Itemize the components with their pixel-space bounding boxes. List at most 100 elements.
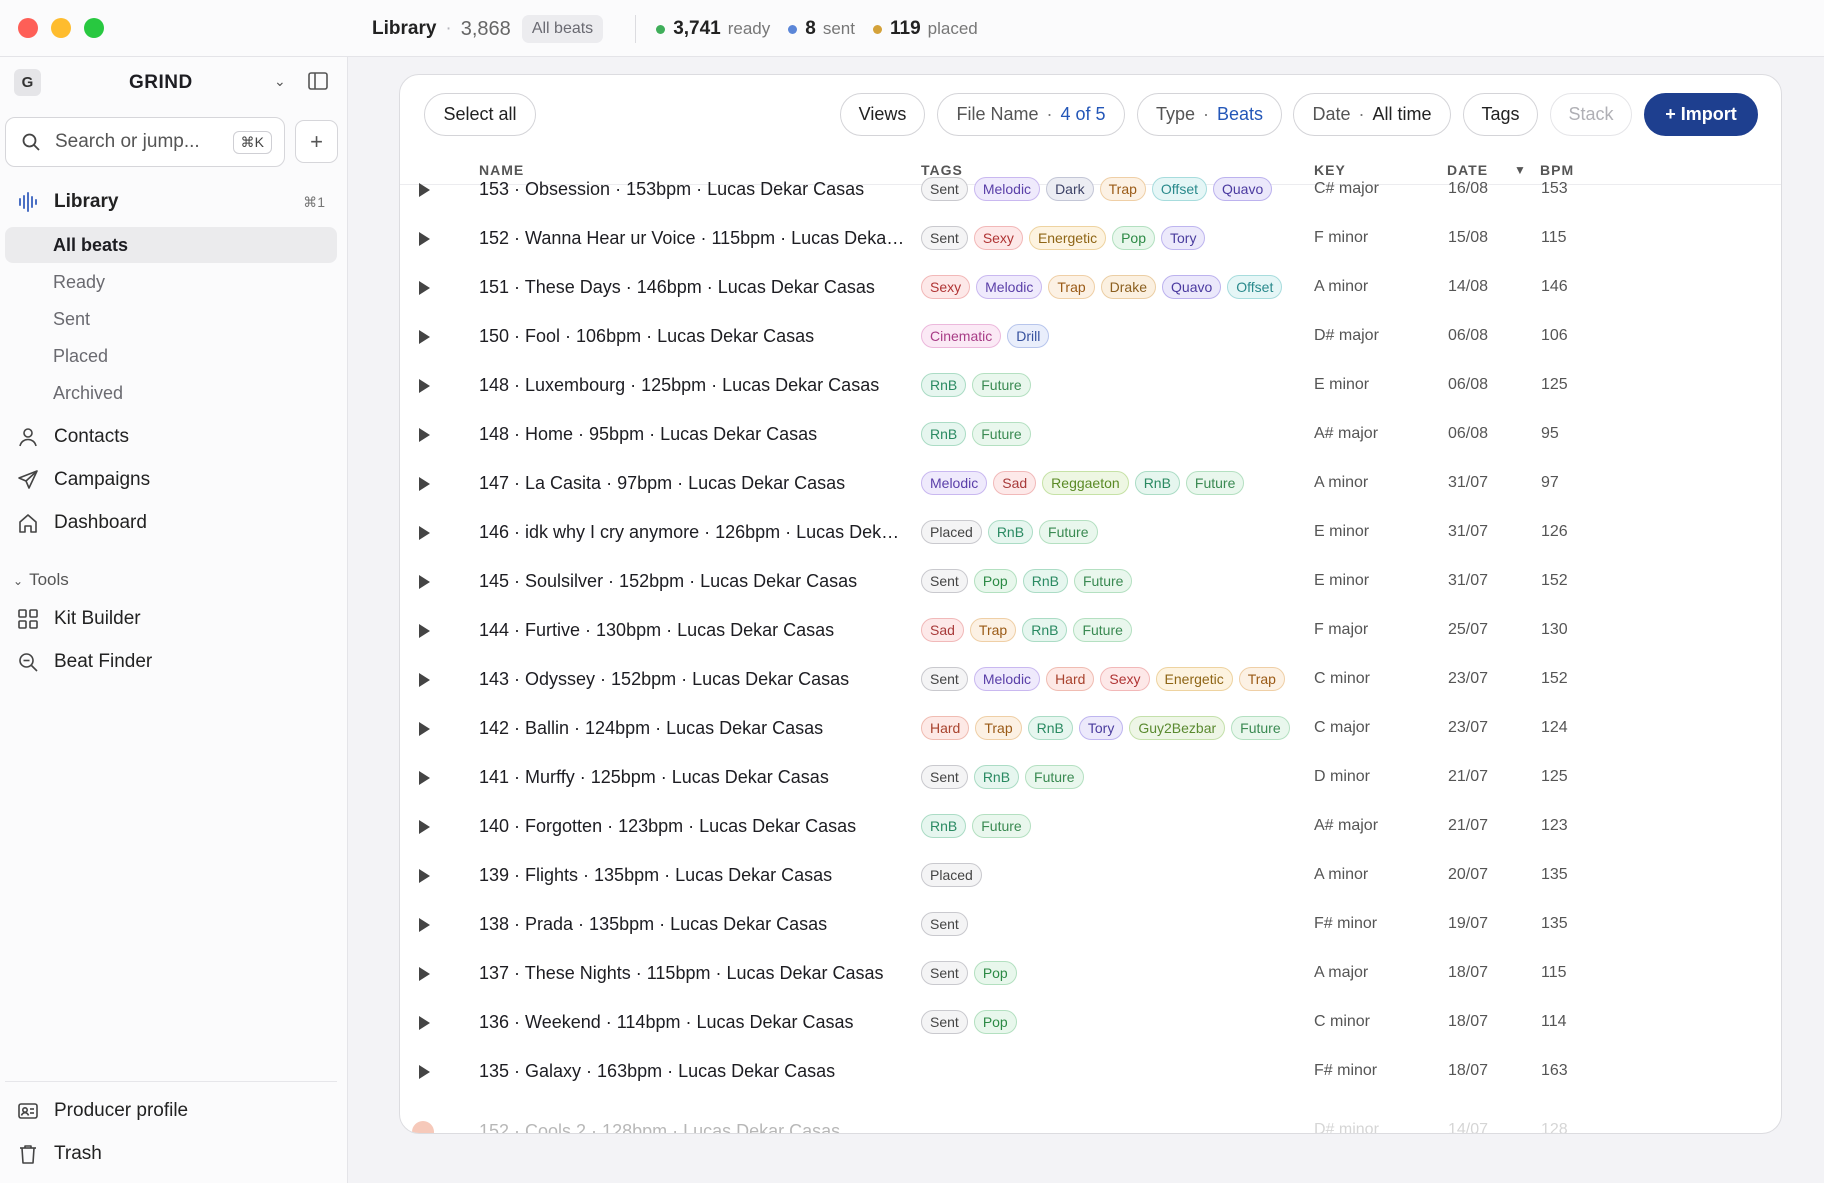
views-button[interactable]: Views xyxy=(840,93,925,136)
sidebar-item-producer-profile[interactable]: Producer profile xyxy=(5,1093,337,1129)
sidebar-item-placed[interactable]: Placed xyxy=(5,338,337,374)
table-row[interactable]: 151 · These Days · 146bpm · Lucas Dekar … xyxy=(400,264,1781,313)
filter-pill[interactable]: All beats xyxy=(521,15,604,43)
table-row[interactable]: 152 · Wanna Hear ur Voice · 115bpm · Luc… xyxy=(400,215,1781,264)
beat-name[interactable]: 135 · Galaxy · 163bpm · Lucas Dekar Casa… xyxy=(479,1061,909,1082)
tag-badge[interactable]: Sent xyxy=(921,569,968,593)
tag-badge[interactable]: Drill xyxy=(1007,324,1050,348)
tag-badge[interactable]: Trap xyxy=(1048,275,1095,299)
play-icon[interactable] xyxy=(419,722,430,736)
tag-badge[interactable]: Sad xyxy=(993,471,1037,495)
sidebar-item-sent[interactable]: Sent xyxy=(5,301,337,337)
workspace-avatar[interactable]: G xyxy=(14,69,41,96)
table-row[interactable]: 137 · These Nights · 115bpm · Lucas Deka… xyxy=(400,950,1781,999)
table-row[interactable]: 142 · Ballin · 124bpm · Lucas Dekar Casa… xyxy=(400,705,1781,754)
tag-badge[interactable]: Sad xyxy=(921,618,964,642)
tag-badge[interactable]: Trap xyxy=(969,618,1017,642)
tag-badge[interactable]: Future xyxy=(1231,716,1290,740)
tag-badge[interactable]: Pop xyxy=(973,569,1017,593)
beat-name[interactable]: 152 · Wanna Hear ur Voice · 115bpm · Luc… xyxy=(479,228,909,249)
tag-badge[interactable]: Dark xyxy=(1046,177,1094,201)
tag-badge[interactable]: Tory xyxy=(1078,716,1124,740)
tag-badge[interactable]: RnB xyxy=(921,814,967,838)
tag-badge[interactable]: RnB xyxy=(973,765,1020,789)
tag-badge[interactable]: Future xyxy=(1073,569,1133,593)
sidebar-item-library[interactable]: Library ⌘1 xyxy=(5,184,337,220)
table-row[interactable]: 148 · Luxembourg · 125bpm · Lucas Dekar … xyxy=(400,362,1781,411)
sidebar-item-ready[interactable]: Ready xyxy=(5,264,337,300)
file-name-filter[interactable]: File Name · 4 of 5 xyxy=(937,93,1125,136)
close-window-button[interactable] xyxy=(18,18,38,38)
tag-badge[interactable]: Melodic xyxy=(973,177,1041,201)
play-icon[interactable] xyxy=(419,918,430,932)
beat-name[interactable]: 148 · Home · 95bpm · Lucas Dekar Casas xyxy=(479,424,909,445)
beat-name[interactable]: 141 · Murffy · 125bpm · Lucas Dekar Casa… xyxy=(479,767,909,788)
beat-name[interactable]: 151 · These Days · 146bpm · Lucas Dekar … xyxy=(479,277,909,298)
tag-badge[interactable]: Offset xyxy=(1227,275,1283,299)
table-row[interactable]: 153 · Obsession · 153bpm · Lucas Dekar C… xyxy=(400,166,1781,215)
beat-name[interactable]: 153 · Obsession · 153bpm · Lucas Dekar C… xyxy=(479,179,909,200)
tag-badge[interactable]: Future xyxy=(1073,618,1132,642)
table-row[interactable]: 140 · Forgotten · 123bpm · Lucas Dekar C… xyxy=(400,803,1781,852)
sidebar-item-kit-builder[interactable]: Kit Builder xyxy=(5,601,337,637)
play-icon[interactable] xyxy=(419,526,430,540)
table-row[interactable]: 145 · Soulsilver · 152bpm · Lucas Dekar … xyxy=(400,558,1781,607)
sidebar-toggle-icon[interactable] xyxy=(307,70,329,92)
play-icon[interactable] xyxy=(419,869,430,883)
play-icon[interactable] xyxy=(419,771,430,785)
beat-name[interactable]: 142 · Ballin · 124bpm · Lucas Dekar Casa… xyxy=(479,718,909,739)
tag-badge[interactable]: RnB xyxy=(987,520,1034,544)
beat-name[interactable]: 136 · Weekend · 114bpm · Lucas Dekar Cas… xyxy=(479,1012,909,1033)
tag-badge[interactable]: Energetic xyxy=(1155,667,1233,691)
tag-badge[interactable]: Pop xyxy=(1112,226,1156,250)
table-row[interactable]: 141 · Murffy · 125bpm · Lucas Dekar Casa… xyxy=(400,754,1781,803)
tag-badge[interactable]: Energetic xyxy=(1028,226,1107,250)
sidebar-item-campaigns[interactable]: Campaigns xyxy=(5,462,337,498)
tags-filter[interactable]: Tags xyxy=(1463,93,1538,136)
tag-badge[interactable]: Quavo xyxy=(1213,177,1273,201)
play-icon[interactable] xyxy=(419,330,430,344)
beat-name[interactable]: 146 · idk why I cry anymore · 126bpm · L… xyxy=(479,522,909,543)
table-row[interactable]: 136 · Weekend · 114bpm · Lucas Dekar Cas… xyxy=(400,999,1781,1048)
table-row[interactable]: 135 · Galaxy · 163bpm · Lucas Dekar Casa… xyxy=(400,1048,1781,1097)
tag-badge[interactable]: Guy2Bezbar xyxy=(1129,716,1226,740)
tag-badge[interactable]: Placed xyxy=(921,520,982,544)
tag-badge[interactable]: Reggaeton xyxy=(1042,471,1129,495)
sidebar-item-beat-finder[interactable]: Beat Finder xyxy=(5,644,337,680)
tag-badge[interactable]: RnB xyxy=(921,422,967,446)
tag-badge[interactable]: Future xyxy=(972,814,1031,838)
tag-badge[interactable]: Sent xyxy=(921,912,968,936)
tag-badge[interactable]: Trap xyxy=(975,716,1022,740)
tag-badge[interactable]: Sexy xyxy=(1100,667,1150,691)
beat-name[interactable]: 140 · Forgotten · 123bpm · Lucas Dekar C… xyxy=(479,816,909,837)
tag-badge[interactable]: Sexy xyxy=(973,226,1023,250)
play-icon[interactable] xyxy=(419,183,430,197)
tag-badge[interactable]: Future xyxy=(972,422,1031,446)
table-row[interactable]: 147 · La Casita · 97bpm · Lucas Dekar Ca… xyxy=(400,460,1781,509)
play-icon[interactable] xyxy=(419,477,430,491)
tag-badge[interactable]: Future xyxy=(1185,471,1245,495)
sidebar-item-trash[interactable]: Trash xyxy=(5,1136,337,1172)
tag-badge[interactable]: Future xyxy=(972,373,1031,397)
play-icon[interactable] xyxy=(419,428,430,442)
tag-badge[interactable]: Sent xyxy=(921,226,968,250)
sidebar-item-archived[interactable]: Archived xyxy=(5,375,337,411)
tag-badge[interactable]: Sent xyxy=(921,961,968,985)
tag-badge[interactable]: Placed xyxy=(921,863,982,887)
table-row[interactable]: 150 · Fool · 106bpm · Lucas Dekar Casas C… xyxy=(400,313,1781,362)
table-row[interactable]: 144 · Furtive · 130bpm · Lucas Dekar Cas… xyxy=(400,607,1781,656)
sidebar-item-contacts[interactable]: Contacts xyxy=(5,419,337,455)
tag-badge[interactable]: Sent xyxy=(921,177,968,201)
tag-badge[interactable]: Future xyxy=(1039,520,1098,544)
tools-section-header[interactable]: ⌄ Tools xyxy=(13,570,69,590)
tag-badge[interactable]: Future xyxy=(1025,765,1084,789)
beat-name[interactable]: 148 · Luxembourg · 125bpm · Lucas Dekar … xyxy=(479,375,909,396)
add-button[interactable]: + xyxy=(295,120,338,163)
tag-badge[interactable]: Offset xyxy=(1151,177,1207,201)
play-icon[interactable] xyxy=(419,624,430,638)
table-row[interactable]: 143 · Odyssey · 152bpm · Lucas Dekar Cas… xyxy=(400,656,1781,705)
chevron-down-icon[interactable]: ⌄ xyxy=(274,73,286,90)
date-filter[interactable]: Date · All time xyxy=(1293,93,1451,136)
play-icon[interactable] xyxy=(419,232,430,246)
tag-badge[interactable]: Tory xyxy=(1161,226,1206,250)
